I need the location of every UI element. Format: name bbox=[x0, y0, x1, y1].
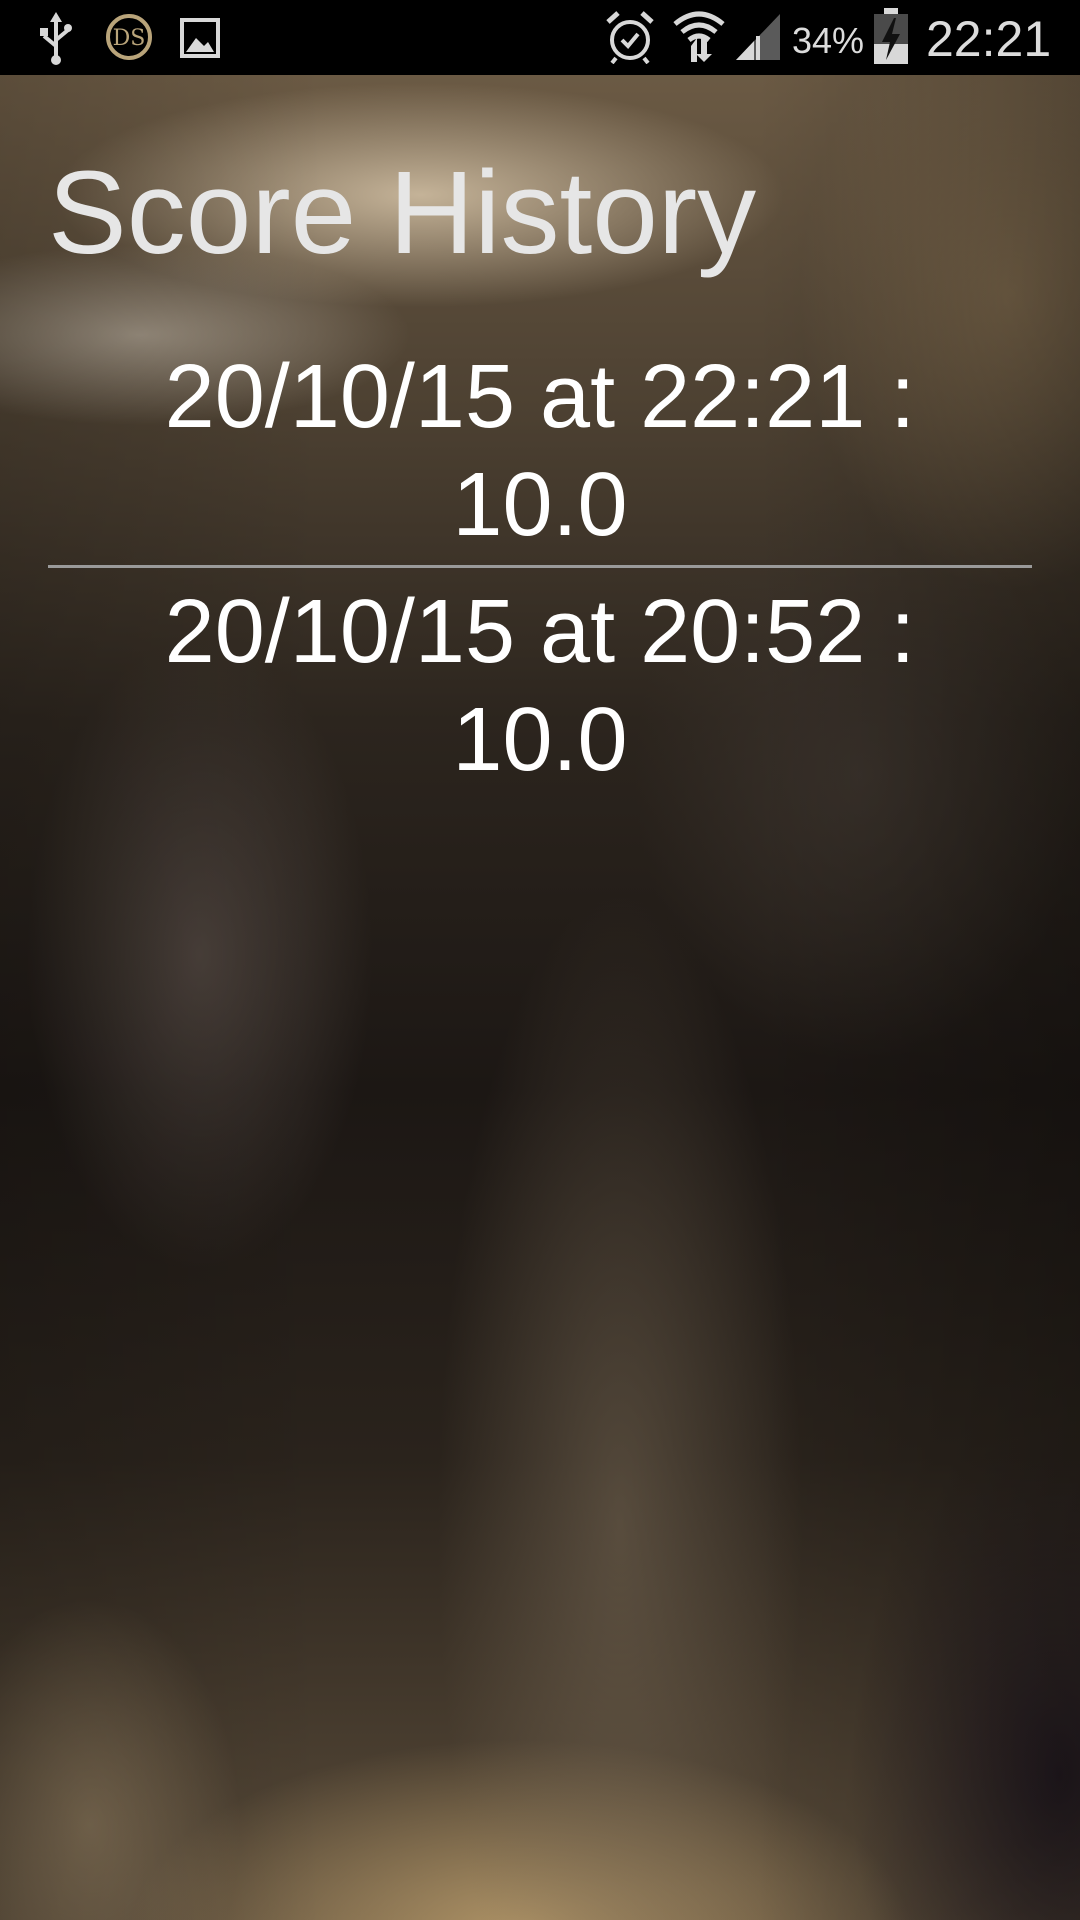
status-bar: DS 34% 22:21 bbox=[0, 0, 1080, 75]
entry-score: 10.0 bbox=[452, 690, 628, 790]
usb-icon bbox=[38, 10, 74, 70]
signal-icon bbox=[734, 12, 782, 66]
svg-text:DS: DS bbox=[113, 26, 146, 51]
history-entry-2[interactable]: 20/10/15 at 20:52 : 10.0 bbox=[48, 578, 1032, 800]
score-history-screen: Score History 20/10/15 at 22:21 : 10.0 2… bbox=[0, 75, 1080, 1920]
entry-datetime: 20/10/15 at 22:21 : bbox=[164, 347, 916, 447]
ds-app-icon: DS bbox=[104, 12, 154, 66]
battery-percent: 34% bbox=[792, 20, 865, 61]
gallery-icon bbox=[180, 18, 220, 62]
screen: DS 34% 22:21 Score History 20/10/15 at 2… bbox=[0, 0, 1080, 1920]
history-list[interactable]: 20/10/15 at 22:21 : 10.0 20/10/15 at 20:… bbox=[48, 343, 1032, 800]
status-time: 22:21 bbox=[926, 11, 1052, 67]
entry-datetime: 20/10/15 at 20:52 : bbox=[164, 582, 916, 682]
entry-score: 10.0 bbox=[452, 455, 628, 555]
page-title: Score History bbox=[48, 147, 757, 279]
battery-charging-icon bbox=[872, 6, 910, 70]
history-entry-1[interactable]: 20/10/15 at 22:21 : 10.0 bbox=[48, 343, 1032, 565]
alarm-icon bbox=[604, 10, 656, 68]
list-divider bbox=[48, 565, 1032, 568]
wifi-icon bbox=[672, 8, 726, 68]
